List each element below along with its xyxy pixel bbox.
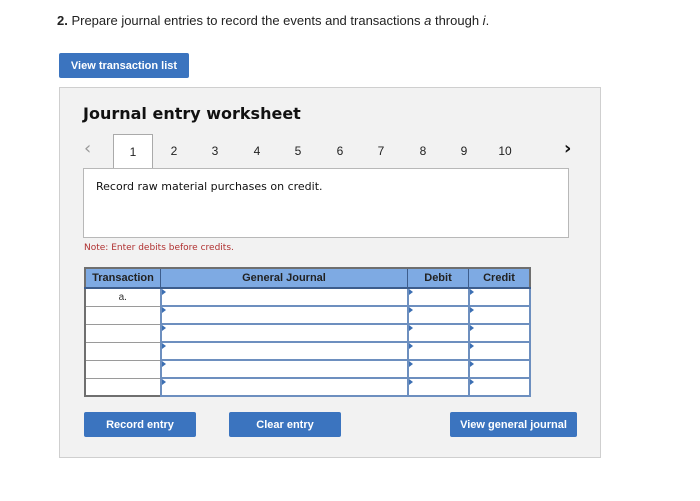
journal-header-row: Transaction General Journal Debit Credit bbox=[84, 267, 531, 289]
transaction-description: Record raw material purchases on credit. bbox=[96, 180, 323, 193]
transaction-cell bbox=[84, 323, 161, 343]
transaction-cell: a. bbox=[84, 287, 161, 307]
debit-input[interactable] bbox=[406, 287, 470, 307]
clear-entry-button[interactable]: Clear entry bbox=[229, 412, 341, 437]
debit-input[interactable] bbox=[406, 305, 470, 325]
credit-input[interactable] bbox=[467, 377, 531, 397]
account-input[interactable] bbox=[159, 377, 409, 397]
debits-note: Note: Enter debits before credits. bbox=[84, 243, 234, 253]
credit-input[interactable] bbox=[467, 305, 531, 325]
question-number: 2. bbox=[57, 13, 68, 28]
journal-row bbox=[84, 377, 531, 397]
header-debit: Debit bbox=[407, 267, 469, 289]
tab-7[interactable]: 7 bbox=[361, 134, 401, 168]
chevron-right-icon[interactable]: › bbox=[564, 138, 571, 159]
tab-4[interactable]: 4 bbox=[237, 134, 277, 168]
transaction-cell bbox=[84, 341, 161, 361]
view-general-journal-button[interactable]: View general journal bbox=[450, 412, 577, 437]
tab-5[interactable]: 5 bbox=[278, 134, 318, 168]
chevron-left-icon[interactable]: ‹ bbox=[84, 138, 91, 159]
credit-input[interactable] bbox=[467, 359, 531, 379]
account-input[interactable] bbox=[159, 323, 409, 343]
question-prompt: 2. Prepare journal entries to record the… bbox=[57, 13, 490, 28]
transaction-description-box: Record raw material purchases on credit. bbox=[83, 168, 569, 238]
journal-row: a. bbox=[84, 287, 531, 307]
journal-table: Transaction General Journal Debit Credit… bbox=[84, 267, 531, 397]
debit-input[interactable] bbox=[406, 323, 470, 343]
header-credit: Credit bbox=[468, 267, 531, 289]
view-transaction-list-button[interactable]: View transaction list bbox=[59, 53, 189, 78]
debit-input[interactable] bbox=[406, 377, 470, 397]
worksheet-pager: ‹ 1 2 3 4 5 6 7 8 9 10 › bbox=[60, 134, 600, 169]
transaction-cell bbox=[84, 377, 161, 397]
journal-row bbox=[84, 341, 531, 361]
journal-row bbox=[84, 359, 531, 379]
tab-3[interactable]: 3 bbox=[195, 134, 235, 168]
journal-row bbox=[84, 305, 531, 325]
debit-input[interactable] bbox=[406, 341, 470, 361]
account-input[interactable] bbox=[159, 287, 409, 307]
record-entry-button[interactable]: Record entry bbox=[84, 412, 196, 437]
tab-1[interactable]: 1 bbox=[113, 134, 153, 169]
header-transaction: Transaction bbox=[84, 267, 161, 289]
credit-input[interactable] bbox=[467, 287, 531, 307]
account-input[interactable] bbox=[159, 359, 409, 379]
journal-entry-worksheet: Journal entry worksheet ‹ 1 2 3 4 5 6 7 8 9 10 › … bbox=[59, 87, 601, 458]
tab-9[interactable]: 9 bbox=[444, 134, 484, 168]
tab-10[interactable]: 10 bbox=[485, 134, 525, 168]
credit-input[interactable] bbox=[467, 323, 531, 343]
tab-6[interactable]: 6 bbox=[320, 134, 360, 168]
credit-input[interactable] bbox=[467, 341, 531, 361]
account-input[interactable] bbox=[159, 305, 409, 325]
transaction-cell bbox=[84, 359, 161, 379]
journal-row bbox=[84, 323, 531, 343]
header-general-journal: General Journal bbox=[160, 267, 408, 289]
worksheet-title: Journal entry worksheet bbox=[83, 104, 301, 123]
transaction-cell bbox=[84, 305, 161, 325]
tab-8[interactable]: 8 bbox=[403, 134, 443, 168]
debit-input[interactable] bbox=[406, 359, 470, 379]
account-input[interactable] bbox=[159, 341, 409, 361]
tab-2[interactable]: 2 bbox=[154, 134, 194, 168]
